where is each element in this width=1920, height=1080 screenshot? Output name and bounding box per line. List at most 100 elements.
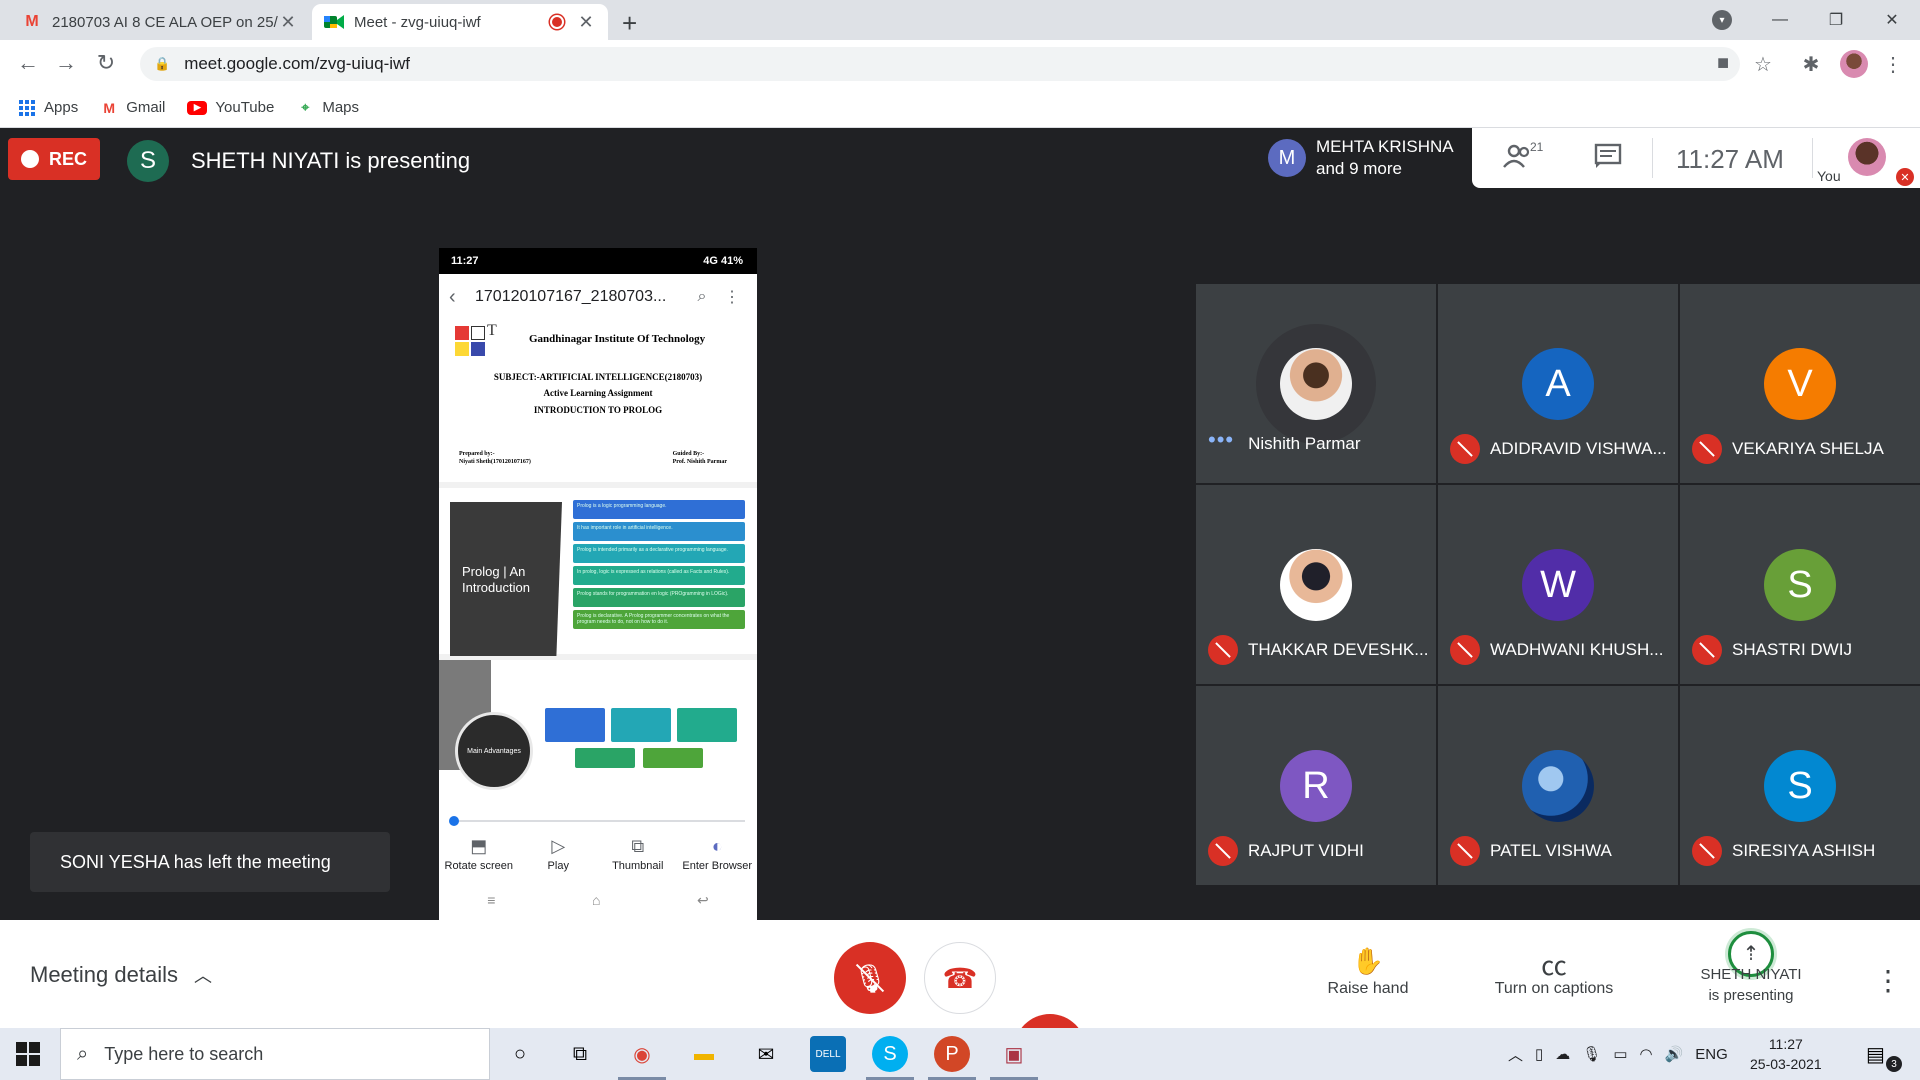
onedrive-icon[interactable]: ☁ [1555, 1045, 1570, 1063]
participant-name: RAJPUT VIDHI [1248, 841, 1364, 860]
participant-tile[interactable]: ••• Nishith Parmar [1196, 284, 1436, 483]
meeting-details-button[interactable]: Meeting details ︿ [30, 962, 212, 988]
tab-search-icon[interactable]: ▾ [1712, 10, 1732, 30]
windows-start-icon[interactable] [16, 1042, 40, 1066]
slide-guided-by: Guided By:- Prof. Nishith Parmar [673, 450, 727, 466]
task-view-icon[interactable]: ⧉ [562, 1036, 598, 1072]
mic-toggle-button[interactable]: 🎙 [834, 942, 906, 1014]
participant-tile[interactable]: R RAJPUT VIDHI [1196, 686, 1436, 885]
tray-mic-icon[interactable]: 🎙 [1582, 1045, 1601, 1063]
mail-icon[interactable]: ✉ [748, 1036, 784, 1072]
bookmark-maps[interactable]: ⌖ Maps [296, 99, 359, 117]
wifi-icon[interactable]: ◠ [1640, 1045, 1653, 1063]
reload-icon[interactable]: ↻ [92, 50, 120, 76]
captions-button[interactable]: ㏄ Turn on captions [1482, 946, 1626, 998]
participant-tile[interactable]: V VEKARIYA SHELJA [1680, 284, 1920, 483]
dell-icon[interactable]: DELL [810, 1036, 846, 1072]
system-tray: ︿ ▯ ☁ 🎙 ▭ ◠ 🔊 ENG [1508, 1028, 1740, 1080]
self-avatar [1848, 138, 1886, 176]
slide3-box [677, 708, 737, 742]
slide3-box [611, 708, 671, 742]
action-label: Rotate screen [444, 860, 513, 872]
captions-icon: ㏄ [1540, 951, 1567, 981]
participant-tile[interactable]: W WADHWANI KHUSH... [1438, 485, 1678, 684]
slide2-bullet: In prolog, logic is expressed as relatio… [573, 566, 745, 585]
participant-tile[interactable]: S SHASTRI DWIJ [1680, 485, 1920, 684]
mic-off-icon [1450, 635, 1480, 665]
taskbar-clock[interactable]: 11:27 25-03-2021 [1750, 1034, 1822, 1074]
hand-icon: ✋ [1351, 946, 1385, 976]
bookmark-gmail[interactable]: M Gmail [100, 99, 165, 117]
close-tab-icon[interactable]: ✕ [576, 12, 596, 33]
chrome-icon[interactable]: ◉ [618, 1036, 666, 1080]
menu-icon[interactable]: ⋮ [1880, 52, 1906, 77]
gmail-icon: M [25, 13, 39, 30]
back-icon[interactable]: ← [14, 50, 42, 76]
close-tab-icon[interactable]: ✕ [278, 12, 298, 33]
participant-tile[interactable]: PATEL VISHWA [1438, 686, 1678, 885]
tab-gmail[interactable]: M 2180703 AI 8 CE ALA OEP on 25/ ✕ [10, 4, 310, 40]
more-vert-icon: ⋮ [724, 289, 740, 306]
slide-topic: INTRODUCTION TO PROLOG [533, 405, 663, 415]
file-explorer-icon[interactable]: ▬ [686, 1036, 722, 1072]
action-center-icon[interactable]: ▤ [1866, 1042, 1885, 1067]
cortana-icon[interactable]: ○ [502, 1036, 538, 1072]
powerpoint-icon[interactable]: P [928, 1036, 976, 1080]
participant-tile[interactable]: S SIRESIYA ASHISH [1680, 686, 1920, 885]
more-options-icon[interactable]: ⋮ [1874, 964, 1902, 997]
youtube-icon: ▶ [187, 100, 208, 115]
notification-count: 3 [1886, 1056, 1902, 1072]
language-label[interactable]: ENG [1695, 1046, 1728, 1063]
record-dot-icon [20, 150, 39, 168]
speaker-name: MEHTA KRISHNA [1316, 137, 1454, 156]
slide2-bullet: Prolog is intended primarily as a declar… [573, 544, 745, 563]
window-controls: — ❐ ✕ [1752, 0, 1920, 40]
action-label: Enter Browser [682, 860, 753, 872]
chat-icon[interactable] [1594, 143, 1622, 176]
camera-icon[interactable]: ■ [1710, 52, 1736, 75]
recording-button[interactable]: REC [8, 138, 100, 180]
presenting-name: SHETH NIYATI [1700, 966, 1802, 983]
presenting-button[interactable]: ⇡ SHETH NIYATI is presenting [1686, 931, 1816, 1004]
phone-back-icon: ↩ [696, 892, 709, 908]
presentation-screen: 11:27 4G 41% ‹ 170120107167_2180703... ⌕… [439, 248, 757, 920]
skype-icon[interactable]: S [866, 1036, 914, 1080]
leave-call-button[interactable]: ☎ [924, 942, 996, 1014]
restore-icon[interactable]: ❐ [1808, 10, 1864, 30]
presenting-status: is presenting [1708, 987, 1794, 1004]
thumbnail-action: ⧉ Thumbnail [599, 836, 677, 886]
active-speakers[interactable]: M MEHTA KRISHNA and 9 more [1256, 128, 1472, 188]
address-bar[interactable]: 🔒 meet.google.com/zvg-uiuq-iwf [140, 47, 1740, 81]
phone-time: 11:27 [451, 255, 479, 267]
minimize-icon[interactable]: — [1752, 11, 1808, 29]
bookmark-label: Gmail [126, 99, 166, 116]
tab-meet[interactable]: Meet - zvg-uiuq-iwf ✕ [312, 4, 608, 40]
participant-tile[interactable]: A ADIDRAVID VISHWA... [1438, 284, 1678, 483]
profile-avatar[interactable] [1840, 50, 1868, 78]
bookmark-label: Maps [322, 99, 360, 116]
lock-icon[interactable]: 🔒 [154, 56, 170, 72]
captions-label: Turn on captions [1494, 980, 1614, 997]
slide2-bullet: Prolog stands for programmation en logic… [573, 588, 745, 607]
thumbnail-icon: ⧉ [631, 836, 645, 856]
forward-icon[interactable]: → [52, 50, 80, 76]
bookmark-youtube[interactable]: ▶ YouTube [187, 99, 274, 116]
star-icon[interactable]: ☆ [1750, 52, 1776, 77]
volume-icon[interactable]: 🔊 [1665, 1045, 1684, 1063]
participant-photo [1522, 750, 1594, 822]
maps-icon: ⌖ [301, 99, 310, 115]
window-close-icon[interactable]: ✕ [1864, 10, 1920, 30]
extensions-icon[interactable]: ✱ [1798, 52, 1824, 77]
tray-chevron-icon[interactable]: ︿ [1508, 1044, 1523, 1065]
taskbar-search-box[interactable]: ⌕ Type here to search [60, 1028, 490, 1080]
new-tab-button[interactable]: + [622, 8, 637, 39]
battery-icon[interactable]: ▭ [1613, 1045, 1627, 1063]
raise-hand-button[interactable]: ✋ Raise hand [1318, 946, 1418, 998]
participant-tile[interactable]: THAKKAR DEVESHK... [1196, 485, 1436, 684]
photos-icon[interactable]: ▣ [990, 1036, 1038, 1080]
prepared-name: Niyati Sheth(170120107167) [459, 459, 531, 465]
bookmark-apps[interactable]: Apps [18, 99, 78, 117]
slide3-title: Main Advantages [455, 712, 533, 790]
tray-app-icon[interactable]: ▯ [1535, 1045, 1543, 1063]
action-label: Play [547, 860, 569, 872]
